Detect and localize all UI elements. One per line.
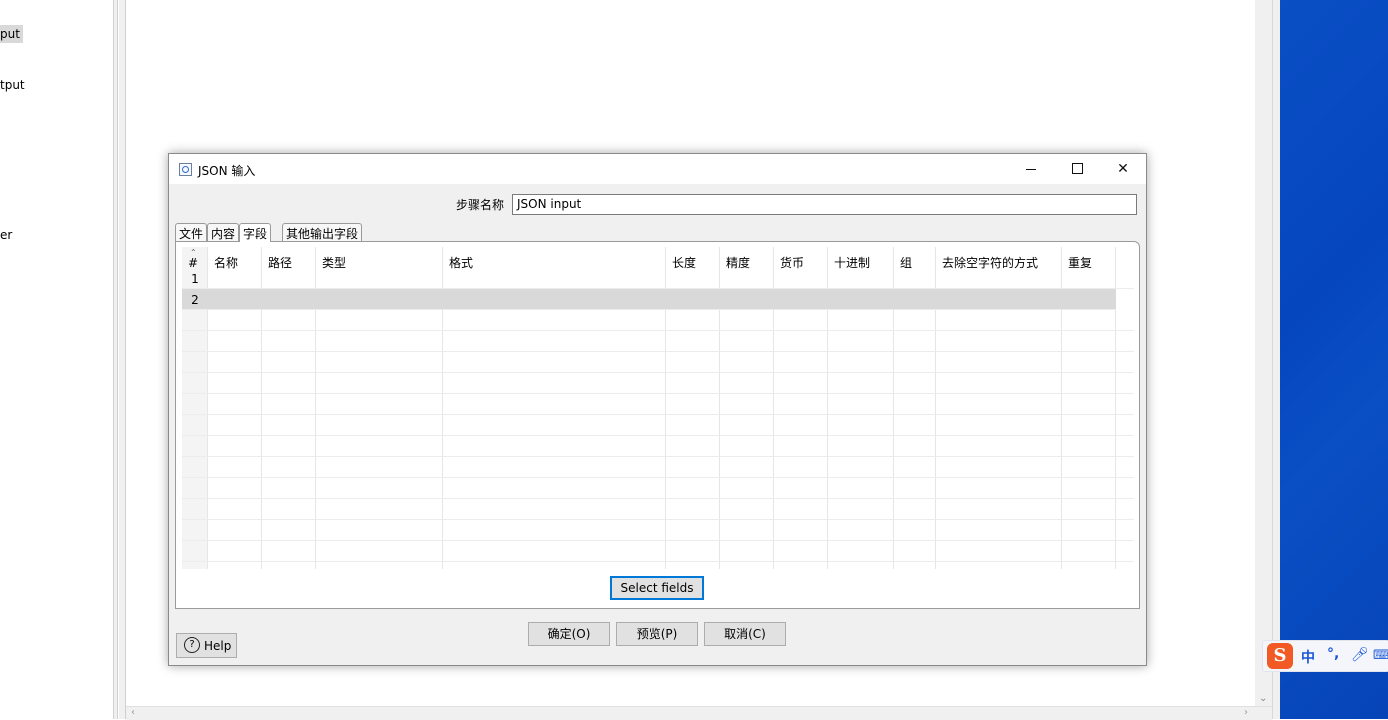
tab-file[interactable]: 文件 — [175, 223, 208, 241]
panel-splitter-secondary[interactable] — [119, 0, 126, 719]
dialog-app-icon — [179, 163, 192, 176]
table-row-selected[interactable]: 2 — [182, 289, 1116, 310]
table-row-empty — [182, 520, 1134, 541]
close-icon: ✕ — [1117, 161, 1129, 177]
table-row-empty — [182, 394, 1134, 415]
ime-language-toggle[interactable]: 中 — [1301, 647, 1315, 667]
scroll-down-icon[interactable]: ⌄ — [1259, 693, 1267, 704]
header-repeat[interactable]: 重复 — [1062, 247, 1092, 270]
left-item-output[interactable]: tput — [0, 78, 25, 92]
step-name-label: 步骤名称 — [456, 198, 505, 212]
left-item-input[interactable]: put — [0, 25, 23, 43]
maximize-icon — [1072, 163, 1083, 174]
close-button[interactable]: ✕ — [1100, 154, 1146, 184]
ok-button[interactable]: 确定(O) — [528, 622, 610, 646]
header-group[interactable]: 组 — [894, 247, 912, 270]
keyboard-icon[interactable]: ⌨ — [1373, 648, 1388, 663]
ime-punctuation-toggle[interactable]: °, — [1327, 646, 1339, 662]
select-fields-button[interactable]: Select fields — [610, 576, 704, 600]
table-row-empty — [182, 331, 1134, 352]
step-name-input[interactable]: JSON input — [512, 194, 1137, 215]
minimize-icon — [1026, 169, 1036, 170]
dialog-title: JSON 输入 — [198, 164, 256, 178]
minimize-button[interactable] — [1008, 154, 1054, 184]
tab-fields[interactable]: 字段 — [239, 223, 272, 242]
left-item-other[interactable]: er — [0, 228, 12, 242]
row-number: 1 — [191, 272, 199, 286]
mic-icon[interactable]: 🎤︎ — [1351, 647, 1369, 663]
fields-table[interactable]: ⌃ # 名称 路径 类型 格式 长度 精度 货币 十进制 组 去除空字符的方式 … — [182, 247, 1134, 569]
ime-toolbar[interactable]: S 中 °, 🎤︎ ⌨ — [1262, 640, 1388, 672]
table-row-empty — [182, 541, 1134, 562]
scroll-left-icon[interactable]: ‹ — [131, 707, 135, 718]
cancel-button[interactable]: 取消(C) — [704, 622, 786, 646]
table-row-empty — [182, 499, 1134, 520]
table-row-empty — [182, 352, 1134, 373]
maximize-button[interactable] — [1054, 154, 1100, 184]
help-label: Help — [204, 639, 232, 653]
table-row-empty — [182, 373, 1134, 394]
table-row-empty — [182, 457, 1134, 478]
sogou-logo-icon[interactable]: S — [1267, 643, 1293, 669]
left-panel: put tput er — [0, 0, 113, 719]
header-type[interactable]: 类型 — [316, 247, 346, 270]
desktop-background — [1280, 0, 1388, 719]
scroll-right-icon[interactable]: › — [1244, 707, 1248, 718]
tab-content[interactable]: 内容 — [207, 223, 240, 241]
row-number: 2 — [191, 293, 199, 307]
json-input-dialog: JSON 输入 ✕ 步骤名称 JSON input 文件 内容 字段 其他输出字… — [168, 153, 1147, 666]
header-format[interactable]: 格式 — [443, 247, 473, 270]
table-row-empty — [182, 310, 1134, 331]
preview-button[interactable]: 预览(P) — [616, 622, 698, 646]
header-path[interactable]: 路径 — [262, 247, 292, 270]
help-button[interactable]: ? Help — [176, 633, 237, 658]
header-decimal[interactable]: 十进制 — [828, 247, 870, 270]
vertical-scrollbar[interactable]: ⌄ — [1255, 0, 1272, 706]
help-icon: ? — [184, 637, 200, 653]
table-row-empty — [182, 436, 1134, 457]
table-row[interactable]: 1 — [182, 268, 1134, 289]
header-trim-type[interactable]: 去除空字符的方式 — [936, 247, 1038, 270]
header-precision[interactable]: 精度 — [720, 247, 750, 270]
horizontal-scrollbar[interactable]: ‹ › — [126, 706, 1272, 720]
header-length[interactable]: 长度 — [666, 247, 696, 270]
table-row-empty — [182, 478, 1134, 499]
table-row-empty — [182, 415, 1134, 436]
tab-additional-output-fields[interactable]: 其他输出字段 — [282, 223, 363, 241]
header-name[interactable]: 名称 — [208, 247, 238, 270]
panel-splitter[interactable] — [113, 0, 118, 719]
header-currency[interactable]: 货币 — [774, 247, 804, 270]
dialog-titlebar[interactable]: JSON 输入 ✕ — [169, 154, 1146, 184]
